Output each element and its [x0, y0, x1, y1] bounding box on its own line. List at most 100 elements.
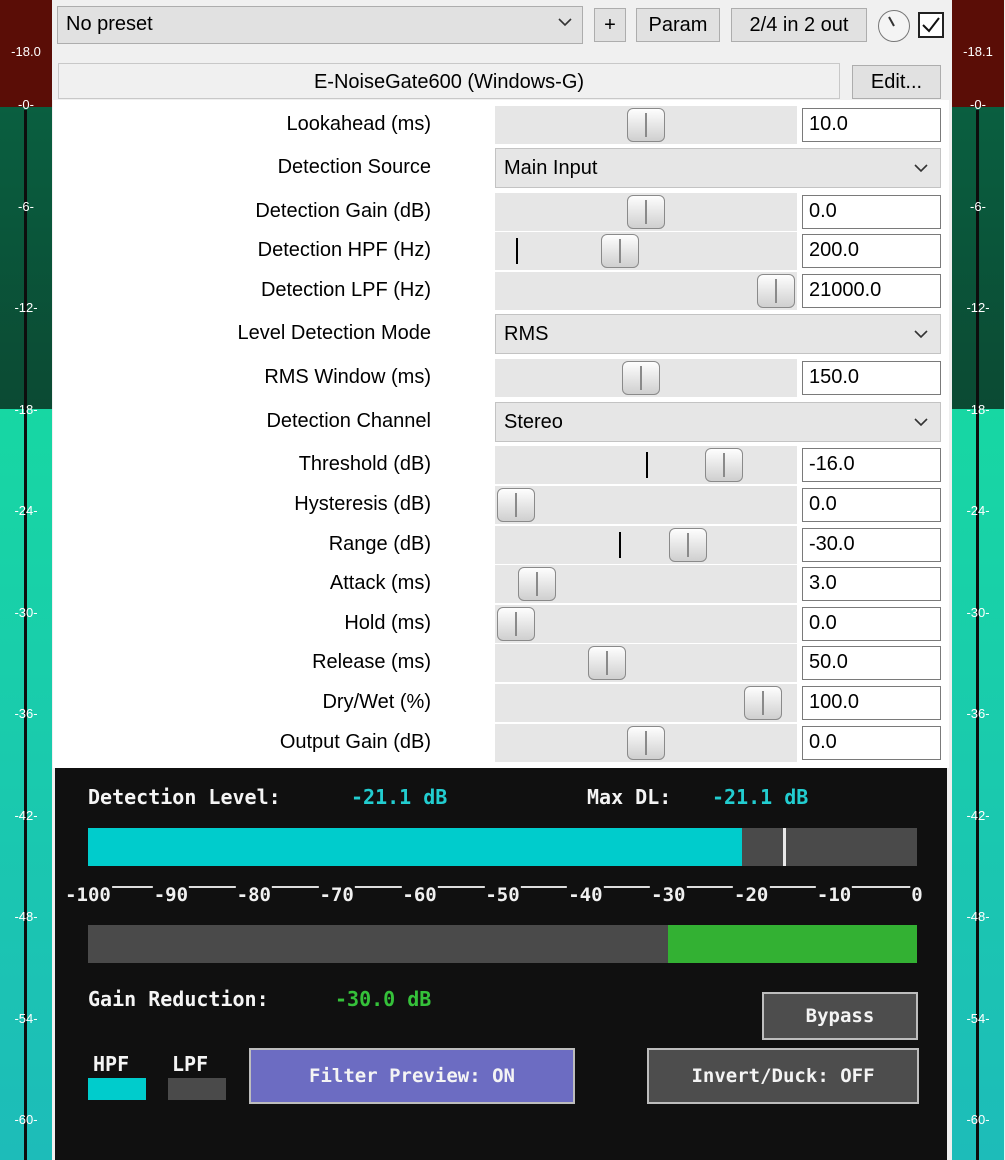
- gain-reduction-fill: [668, 925, 917, 963]
- detection-level-value: -21.1 dB: [351, 785, 448, 809]
- meter-tick-label: -36-: [966, 706, 990, 721]
- slider-detection-gain-db[interactable]: [495, 193, 797, 231]
- meter-tick-label: -24-: [966, 503, 990, 518]
- filter-preview-button[interactable]: Filter Preview: ON: [249, 1048, 575, 1104]
- meter-tick-label: -6-: [970, 198, 986, 214]
- slider-thumb[interactable]: [588, 646, 626, 680]
- value-field-lookahead-ms[interactable]: 10.0: [802, 108, 941, 142]
- slider-threshold-db[interactable]: [495, 446, 797, 484]
- value-field-range-db[interactable]: -30.0: [802, 528, 941, 562]
- value-field-threshold-db[interactable]: -16.0: [802, 448, 941, 482]
- value-field-attack-ms[interactable]: 3.0: [802, 567, 941, 601]
- slider-release-ms[interactable]: [495, 644, 797, 682]
- scale-tick-label: -40: [567, 884, 604, 906]
- lpf-toggle[interactable]: [168, 1078, 226, 1100]
- slider-attack-ms[interactable]: [495, 565, 797, 603]
- io-routing-button[interactable]: 2/4 in 2 out: [731, 8, 867, 42]
- dropdown-value: Stereo: [504, 411, 563, 433]
- value-field-rms-window-ms[interactable]: 150.0: [802, 361, 941, 395]
- slider-thumb[interactable]: [705, 448, 743, 482]
- chevron-down-icon: [914, 330, 928, 339]
- meter-tick-label: -54-: [14, 1010, 38, 1026]
- left-vu-meter: -18.0 -0- -6- -12- -18- -24- -30- -36- -42- -48-…: [0, 0, 52, 1160]
- meter-tick-label: -12-: [14, 300, 38, 315]
- slider-dry-wet[interactable]: [495, 684, 797, 722]
- chevron-down-icon: [914, 418, 928, 427]
- slider-thumb[interactable]: [668, 528, 707, 562]
- scale-tick-label: -70: [318, 884, 355, 906]
- slider-detection-lpf-hz[interactable]: [495, 272, 797, 310]
- dropdown-detection-source[interactable]: Main Input: [495, 148, 941, 188]
- slider-rms-window-ms[interactable]: [495, 359, 797, 397]
- chevron-down-icon: [558, 18, 572, 27]
- value-field-detection-hpf-hz[interactable]: 200.0: [802, 234, 941, 268]
- slider-thumb[interactable]: [517, 567, 556, 601]
- dropdown-detection-channel[interactable]: Stereo: [495, 402, 941, 442]
- wet-knob-icon[interactable]: [878, 10, 910, 42]
- hpf-toggle[interactable]: [88, 1078, 146, 1100]
- slider-thumb[interactable]: [627, 195, 665, 229]
- edit-button[interactable]: Edit...: [852, 65, 941, 99]
- param-button[interactable]: Param: [636, 8, 720, 42]
- value-field-hysteresis-db[interactable]: 0.0: [802, 488, 941, 522]
- param-label-detection-gain-db: Detection Gain (dB): [255, 200, 431, 222]
- slider-thumb[interactable]: [601, 234, 639, 268]
- meter-tick-label: -24-: [14, 503, 38, 518]
- plugin-title: E-NoiseGate600 (Windows-G): [58, 63, 840, 99]
- scale-tick-label: -60: [401, 884, 438, 906]
- param-label-detection-channel: Detection Channel: [266, 410, 431, 432]
- slider-hold-ms[interactable]: [495, 605, 797, 643]
- parameter-panel: Lookahead (ms) 10.0 Detection Source Main I…: [53, 100, 949, 768]
- slider-thumb[interactable]: [627, 726, 665, 760]
- detection-level-fill: [88, 828, 743, 866]
- scale-tick-label: 0: [910, 884, 924, 906]
- meter-tick-label: -18-: [14, 401, 38, 417]
- param-label-hold-ms: Hold (ms): [344, 612, 431, 634]
- slider-default-mark: [646, 452, 648, 478]
- meter-tick-label: -60-: [966, 1112, 990, 1127]
- lpf-label: LPF: [172, 1052, 209, 1076]
- max-dl-value: -21.1 dB: [712, 785, 809, 809]
- param-label-detection-hpf-hz: Detection HPF (Hz): [257, 239, 431, 261]
- slider-thumb[interactable]: [744, 686, 782, 720]
- scale-tick-label: -50: [484, 884, 521, 906]
- slider-output-gain-db[interactable]: [495, 724, 797, 762]
- slider-range-db[interactable]: [495, 526, 797, 564]
- chevron-down-icon: [914, 164, 928, 173]
- value-field-release-ms[interactable]: 50.0: [802, 646, 941, 680]
- param-label-output-gain-db: Output Gain (dB): [279, 731, 431, 753]
- add-preset-button[interactable]: +: [594, 8, 626, 42]
- meter-tick-label: -0-: [970, 97, 986, 112]
- preset-dropdown[interactable]: No preset: [57, 6, 583, 44]
- meter-line: [24, 110, 27, 1160]
- hpf-label: HPF: [93, 1052, 130, 1076]
- bypass-button[interactable]: Bypass: [762, 992, 918, 1040]
- plugin-window: -18.0 -0- -6- -12- -18- -24- -30- -36- -42- -48-…: [0, 0, 1005, 1160]
- slider-thumb[interactable]: [497, 488, 535, 522]
- slider-thumb[interactable]: [757, 274, 795, 308]
- value-field-detection-lpf-hz[interactable]: 21000.0: [802, 274, 941, 308]
- param-label-level-detection-mode: Level Detection Mode: [237, 322, 431, 344]
- param-label-detection-lpf-hz: Detection LPF (Hz): [260, 279, 431, 301]
- meter-tick-label: -60-: [14, 1112, 38, 1127]
- param-label-rms-window-ms: RMS Window (ms): [264, 366, 431, 388]
- meter-tick-label: -12-: [966, 300, 990, 315]
- param-label-hysteresis-db: Hysteresis (dB): [294, 493, 431, 515]
- slider-lookahead-ms[interactable]: [495, 106, 797, 144]
- invert-duck-button[interactable]: Invert/Duck: OFF: [647, 1048, 919, 1104]
- value-field-output-gain-db[interactable]: 0.0: [802, 726, 941, 760]
- meter-tick-label: -18-: [966, 401, 990, 417]
- dropdown-value: Main Input: [504, 157, 598, 179]
- value-field-dry-wet[interactable]: 100.0: [802, 686, 941, 720]
- slider-detection-hpf-hz[interactable]: [495, 232, 797, 270]
- meter-tick-label: -54-: [966, 1010, 990, 1026]
- value-field-detection-gain-db[interactable]: 0.0: [802, 195, 941, 229]
- dropdown-value: RMS: [504, 323, 549, 345]
- slider-thumb[interactable]: [497, 607, 535, 641]
- slider-hysteresis-db[interactable]: [495, 486, 797, 524]
- slider-thumb[interactable]: [621, 361, 660, 395]
- value-field-hold-ms[interactable]: 0.0: [802, 607, 941, 641]
- dropdown-level-detection-mode[interactable]: RMS: [495, 314, 941, 354]
- enable-checkbox[interactable]: [918, 12, 944, 38]
- slider-thumb[interactable]: [627, 108, 665, 142]
